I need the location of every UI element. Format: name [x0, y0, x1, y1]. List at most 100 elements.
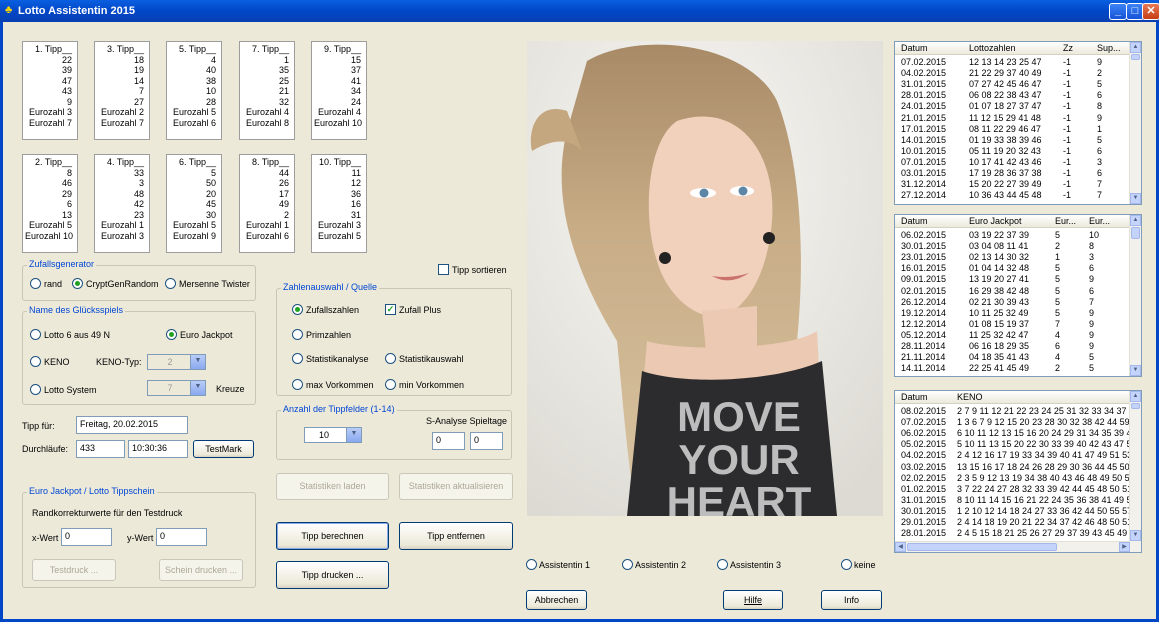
column-header[interactable]: Euro Jackpot [969, 216, 1022, 227]
keno-radio[interactable] [30, 356, 41, 367]
testdruck-button[interactable]: Testdruck ... [32, 559, 116, 581]
abbrechen-button[interactable]: Abbrechen [526, 590, 587, 610]
column-header[interactable]: Eur... [1089, 216, 1110, 227]
vertical-scrollbar[interactable]: ▲ ▼ [1129, 215, 1141, 376]
tipp-drucken-button[interactable]: Tipp drucken ... [276, 561, 389, 589]
zufall-plus-checkbox[interactable]: ✓ [385, 304, 396, 315]
hilfe-button[interactable]: Hilfe [723, 590, 783, 610]
list-row[interactable]: 08.02.2015 2 7 9 11 12 21 22 23 24 25 31 … [895, 406, 1141, 417]
scroll-up-icon[interactable]: ▲ [1130, 215, 1141, 226]
list-row[interactable]: 07.01.2015 10 17 41 42 43 46 -1 3 [895, 157, 1141, 168]
y-wert-field[interactable]: 0 [156, 528, 207, 546]
vertical-scrollbar[interactable]: ▲ ▼ [1129, 42, 1141, 204]
column-header[interactable]: Datum [901, 392, 928, 403]
lotto-list[interactable]: Datum Lottozahlen Zz Sup... 07.02.2015 12 13 … [894, 41, 1142, 205]
assistentin-3-radio[interactable] [717, 559, 728, 570]
schein-drucken-button[interactable]: Schein drucken ... [159, 559, 243, 581]
tipp-sortieren-checkbox[interactable] [438, 264, 449, 275]
list-row[interactable]: 29.01.2015 2 4 14 18 19 20 21 22 34 37 42… [895, 517, 1141, 528]
statistiken-laden-button[interactable]: Statistiken laden [276, 473, 389, 500]
column-header[interactable]: Zz [1063, 43, 1073, 54]
anzahl-select[interactable]: 10 ▼ [304, 427, 362, 443]
scroll-thumb[interactable] [1131, 227, 1140, 239]
list-row[interactable]: 07.02.2015 12 13 14 23 25 47 -1 9 [895, 57, 1141, 68]
list-row[interactable]: 10.01.2015 05 11 19 20 32 43 -1 6 [895, 146, 1141, 157]
list-row[interactable]: 02.02.2015 2 3 5 9 12 13 19 34 38 40 43 4… [895, 473, 1141, 484]
assistentin-1-radio[interactable] [526, 559, 537, 570]
list-row[interactable]: 31.12.2014 15 20 22 27 39 49 -1 7 [895, 179, 1141, 190]
close-button[interactable]: ✕ [1142, 3, 1159, 20]
list-row[interactable]: 06.02.2015 03 19 22 37 39 5 10 [895, 230, 1141, 241]
durchlaeufe-field[interactable]: 433 [76, 440, 125, 458]
column-header[interactable]: KENO [957, 392, 983, 403]
column-header[interactable]: Sup... [1097, 43, 1121, 54]
zufallszahlen-radio[interactable] [292, 304, 303, 315]
list-row[interactable]: 06.02.2015 6 10 11 12 13 15 16 20 24 29 3… [895, 428, 1141, 439]
list-row[interactable]: 02.01.2015 16 29 38 42 48 5 6 [895, 286, 1141, 297]
cryptgenrandom-radio[interactable] [72, 278, 83, 289]
scroll-thumb[interactable] [1131, 403, 1140, 409]
column-header[interactable]: Datum [901, 43, 928, 54]
column-header[interactable]: Lottozahlen [969, 43, 1016, 54]
list-row[interactable]: 31.01.2015 07 27 42 45 46 47 -1 5 [895, 79, 1141, 90]
scroll-left-icon[interactable]: ◀ [895, 542, 906, 552]
s-analyse-field-1[interactable]: 0 [432, 432, 465, 450]
keno-list[interactable]: Datum KENO 08.02.2015 2 7 9 11 12 21 22 23 … [894, 390, 1142, 553]
list-row[interactable]: 23.01.2015 02 13 14 30 32 1 3 [895, 252, 1141, 263]
euro-jackpot-list[interactable]: Datum Euro Jackpot Eur... Eur... 06.02.2015 0… [894, 214, 1142, 377]
statistikanalyse-radio[interactable] [292, 353, 303, 364]
list-row[interactable]: 07.02.2015 1 3 6 7 9 12 15 20 23 28 30 32… [895, 417, 1141, 428]
vertical-scrollbar[interactable]: ▲ ▼ [1129, 391, 1141, 552]
list-row[interactable]: 01.02.2015 3 7 22 24 27 28 32 33 39 42 44… [895, 484, 1141, 495]
statistiken-aktualisieren-button[interactable]: Statistiken aktualisieren [399, 473, 513, 500]
scroll-up-icon[interactable]: ▲ [1130, 42, 1141, 53]
lotto-system-radio[interactable] [30, 384, 41, 395]
minimize-button[interactable]: _ [1109, 3, 1127, 20]
scroll-right-icon[interactable]: ▶ [1119, 542, 1130, 552]
list-row[interactable]: 28.11.2014 06 16 18 29 35 6 9 [895, 341, 1141, 352]
primzahlen-radio[interactable] [292, 329, 303, 340]
list-row[interactable]: 24.01.2015 01 07 18 27 37 47 -1 8 [895, 101, 1141, 112]
keine-radio[interactable] [841, 559, 852, 570]
list-row[interactable]: 28.01.2015 2 4 5 15 18 21 25 26 27 29 37 … [895, 528, 1141, 539]
column-header[interactable]: Datum [901, 216, 928, 227]
list-row[interactable]: 16.01.2015 01 04 14 32 48 5 6 [895, 263, 1141, 274]
list-row[interactable]: 05.12.2014 11 25 32 42 47 4 9 [895, 330, 1141, 341]
list-row[interactable]: 14.11.2014 22 25 41 45 49 2 5 [895, 363, 1141, 374]
testmark-button[interactable]: TestMark [193, 440, 254, 458]
lotto-system-select[interactable]: 7 ▼ [147, 380, 206, 396]
info-button[interactable]: Info [821, 590, 882, 610]
list-row[interactable]: 26.12.2014 02 21 30 39 43 5 7 [895, 297, 1141, 308]
list-row[interactable]: 04.02.2015 21 22 29 37 40 49 -1 2 [895, 68, 1141, 79]
list-row[interactable]: 30.01.2015 03 04 08 11 41 2 8 [895, 241, 1141, 252]
column-header[interactable]: Eur... [1055, 216, 1076, 227]
scroll-down-icon[interactable]: ▼ [1130, 365, 1141, 376]
scroll-down-icon[interactable]: ▼ [1130, 530, 1141, 541]
list-row[interactable]: 21.01.2015 11 12 15 29 41 48 -1 9 [895, 113, 1141, 124]
list-row[interactable]: 21.11.2014 04 18 35 41 43 4 5 [895, 352, 1141, 363]
list-row[interactable]: 09.01.2015 13 19 20 27 41 5 9 [895, 274, 1141, 285]
scroll-thumb[interactable] [907, 543, 1057, 551]
tipp-entfernen-button[interactable]: Tipp entfernen [399, 522, 513, 550]
tipp-berechnen-button[interactable]: Tipp berechnen [276, 522, 389, 550]
assistentin-2-radio[interactable] [622, 559, 633, 570]
min-vorkommen-radio[interactable] [385, 379, 396, 390]
rand-radio[interactable] [30, 278, 41, 289]
tipp-fuer-date-field[interactable]: Freitag, 20.02.2015 [76, 416, 188, 434]
max-vorkommen-radio[interactable] [292, 379, 303, 390]
mersenne-twister-radio[interactable] [165, 278, 176, 289]
time-field[interactable]: 10:30:36 [128, 440, 188, 458]
list-row[interactable]: 12.12.2014 01 08 15 19 37 7 9 [895, 319, 1141, 330]
s-analyse-field-2[interactable]: 0 [470, 432, 503, 450]
list-row[interactable]: 28.01.2015 06 08 22 38 43 47 -1 6 [895, 90, 1141, 101]
horizontal-scrollbar[interactable]: ◀ ▶ [895, 541, 1130, 552]
scroll-thumb[interactable] [1131, 54, 1140, 60]
scroll-up-icon[interactable]: ▲ [1130, 391, 1141, 402]
list-row[interactable]: 05.02.2015 5 10 11 13 15 20 22 30 33 39 4… [895, 439, 1141, 450]
list-row[interactable]: 19.12.2014 10 11 25 32 49 5 9 [895, 308, 1141, 319]
list-row[interactable]: 31.01.2015 8 10 11 14 15 16 21 22 24 35 3… [895, 495, 1141, 506]
list-row[interactable]: 03.02.2015 13 15 16 17 18 24 26 28 29 30 … [895, 462, 1141, 473]
list-row[interactable]: 03.01.2015 17 19 28 36 37 38 -1 6 [895, 168, 1141, 179]
keno-typ-select[interactable]: 2 ▼ [147, 354, 206, 370]
list-row[interactable]: 17.01.2015 08 11 22 29 46 47 -1 1 [895, 124, 1141, 135]
